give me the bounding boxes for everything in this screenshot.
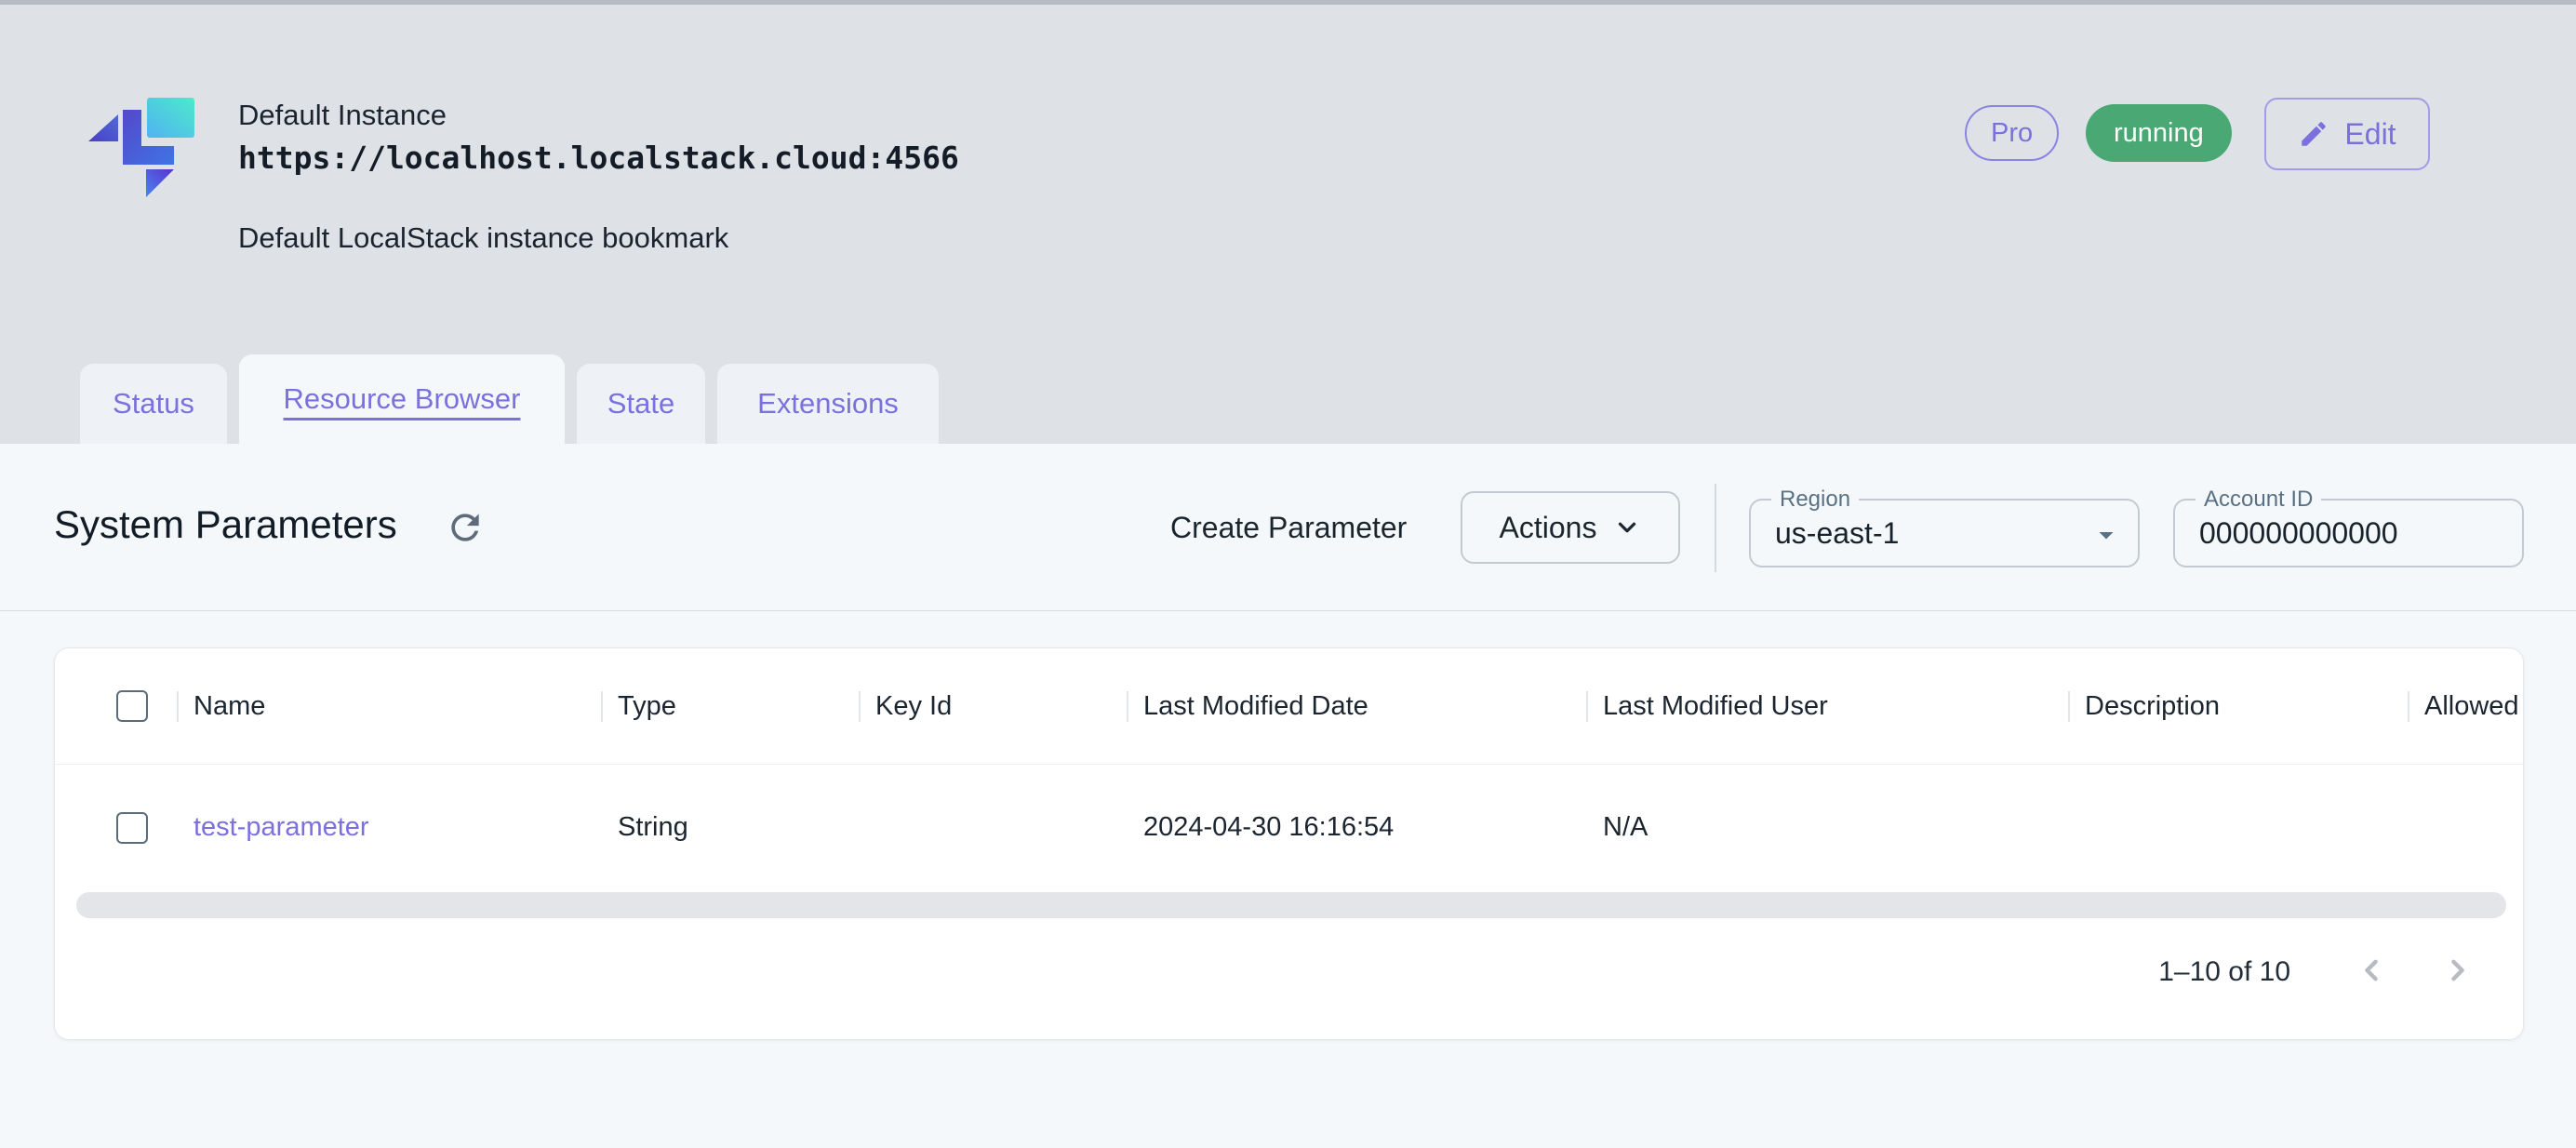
column-header-description[interactable]: Description (2068, 691, 2408, 722)
row-checkbox-cell (55, 812, 177, 844)
pencil-icon (2298, 118, 2329, 150)
edit-button-label: Edit (2344, 117, 2396, 152)
pagination-range-label: 1–10 of 10 (2158, 956, 2290, 988)
chevron-down-icon (1613, 514, 1641, 541)
instance-description: Default LocalStack instance bookmark (238, 221, 728, 255)
region-select[interactable]: Region us-east-1 (1749, 499, 2140, 567)
tab-resource-browser[interactable]: Resource Browser (239, 354, 565, 444)
instance-url: https://localhost.localstack.cloud:4566 (238, 140, 959, 176)
tab-status[interactable]: Status (80, 364, 227, 444)
cell-name-link[interactable]: test-parameter (177, 812, 601, 843)
edit-button[interactable]: Edit (2264, 98, 2430, 170)
instance-title: Default Instance (238, 99, 447, 132)
tab-resource-browser-label: Resource Browser (284, 382, 521, 416)
tab-status-label: Status (113, 387, 194, 420)
status-badge: running (2086, 104, 2232, 162)
cell-type: String (601, 812, 859, 843)
create-parameter-button[interactable]: Create Parameter (1170, 511, 1407, 545)
column-header-allowed[interactable]: Allowed (2408, 691, 2523, 722)
region-select-value: us-east-1 (1775, 516, 1899, 551)
column-header-name[interactable]: Name (177, 691, 601, 722)
table-row: test-parameter String 2024-04-30 16:16:5… (55, 765, 2523, 890)
resource-browser-panel: System Parameters Create Parameter Actio… (0, 444, 2576, 1148)
tab-state[interactable]: State (577, 364, 705, 444)
select-all-checkbox[interactable] (116, 690, 148, 722)
account-id-field: Account ID (2173, 499, 2524, 567)
tab-extensions[interactable]: Extensions (717, 364, 939, 444)
row-checkbox[interactable] (116, 812, 148, 844)
column-header-last-modified-user[interactable]: Last Modified User (1586, 691, 2068, 722)
column-header-key-id[interactable]: Key Id (859, 691, 1127, 722)
cell-last-modified-date: 2024-04-30 16:16:54 (1127, 812, 1586, 843)
actions-dropdown-button[interactable]: Actions (1461, 491, 1680, 564)
chevron-right-icon[interactable] (2437, 950, 2478, 991)
actions-button-label: Actions (1500, 511, 1597, 545)
table-header-checkbox-cell (55, 690, 177, 722)
plan-badge: Pro (1965, 105, 2059, 161)
window-edge (0, 0, 2576, 5)
column-header-last-modified-date[interactable]: Last Modified Date (1127, 691, 1586, 722)
panel-divider (0, 610, 2576, 611)
localstack-logo-icon (86, 95, 197, 207)
page-title: System Parameters (54, 502, 397, 547)
horizontal-scrollbar[interactable] (76, 892, 2506, 918)
dropdown-arrow-icon (2089, 518, 2123, 552)
toolbar-divider (1715, 484, 1716, 572)
column-header-type[interactable]: Type (601, 691, 859, 722)
localstack-instance-page: Default Instance https://localhost.local… (0, 0, 2576, 1148)
refresh-icon[interactable] (445, 507, 486, 548)
plan-badge-label: Pro (1991, 118, 2033, 149)
table-header-row: Name Type Key Id Last Modified Date Last… (55, 648, 2523, 765)
chevron-left-icon[interactable] (2351, 950, 2392, 991)
parameters-table-card: Name Type Key Id Last Modified Date Last… (54, 647, 2524, 1040)
tab-extensions-label: Extensions (757, 387, 899, 420)
status-badge-label: running (2114, 118, 2204, 149)
account-id-input[interactable] (2199, 501, 2497, 566)
tab-state-label: State (607, 387, 674, 420)
region-select-label: Region (1771, 487, 1859, 513)
cell-last-modified-user: N/A (1586, 812, 2068, 843)
